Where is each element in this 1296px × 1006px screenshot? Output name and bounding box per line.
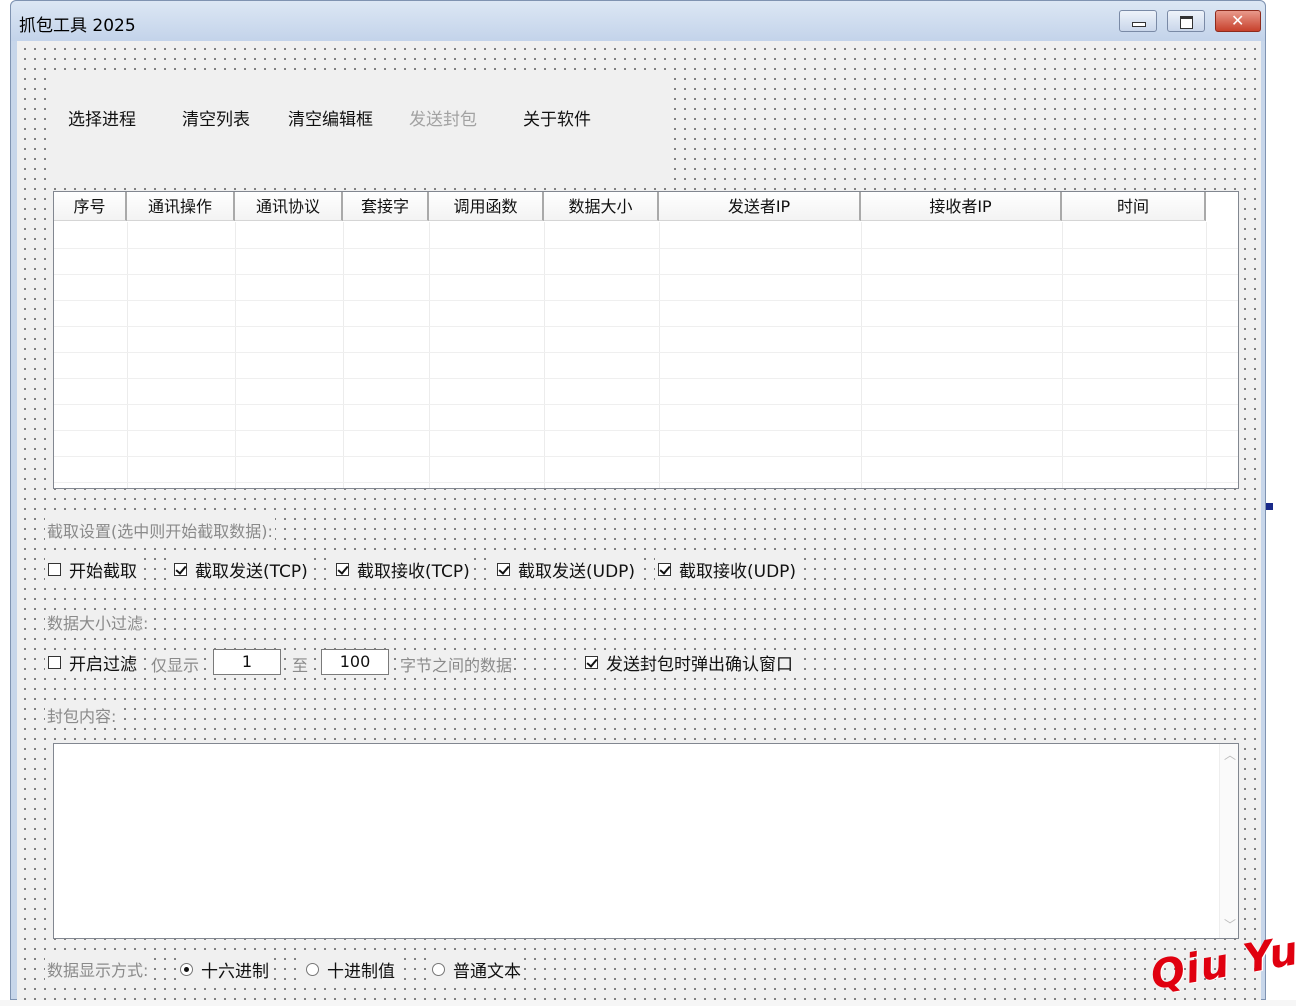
close-button[interactable]: ✕	[1215, 10, 1261, 32]
only-show-label: 仅显示	[149, 652, 202, 676]
packet-content-editor[interactable]: ︿ ﹀	[53, 743, 1239, 939]
column-header-socket[interactable]: 套接字	[343, 192, 429, 221]
checkbox-box	[48, 563, 61, 576]
column-header-receiver-ip[interactable]: 接收者IP	[861, 192, 1062, 221]
radio-dot	[306, 963, 319, 976]
capture-send-udp-checkbox[interactable]: 截取发送(UDP)	[494, 557, 639, 582]
decimal-radio[interactable]: 十进制值	[303, 957, 398, 982]
confirm-send-checkbox[interactable]: 发送封包时弹出确认窗口	[582, 650, 796, 675]
packet-content-label: 封包内容:	[45, 703, 119, 727]
minimize-button[interactable]	[1119, 10, 1157, 32]
capture-recv-udp-checkbox[interactable]: 截取接收(UDP)	[655, 557, 800, 582]
min-size-input[interactable]: 1	[213, 649, 281, 675]
column-header-time[interactable]: 时间	[1062, 192, 1206, 221]
column-header-function[interactable]: 调用函数	[429, 192, 544, 221]
bottom-edge	[0, 1000, 1296, 1006]
column-header-index[interactable]: 序号	[54, 192, 127, 221]
column-header-operation[interactable]: 通讯操作	[127, 192, 235, 221]
max-size-input[interactable]: 100	[321, 649, 389, 675]
scroll-up-icon[interactable]: ︿	[1224, 749, 1236, 761]
send-packet-button[interactable]: 发送封包	[407, 105, 479, 130]
title-bar[interactable]: 抓包工具 2025 ✕	[11, 1, 1265, 41]
maximize-icon	[1180, 16, 1193, 29]
list-header: 序号 通讯操作 通讯协议 套接字 调用函数 数据大小 发送者IP 接收者IP 时…	[54, 192, 1238, 222]
column-header-sender-ip[interactable]: 发送者IP	[659, 192, 861, 221]
main-window: 抓包工具 2025 ✕ 选择进程 清空列表 清空编辑框 发送封包 关于软件 序号…	[10, 0, 1266, 1001]
vertical-scrollbar[interactable]: ︿ ﹀	[1219, 744, 1238, 938]
clear-editor-button[interactable]: 清空编辑框	[286, 105, 375, 130]
clear-list-button[interactable]: 清空列表	[180, 105, 252, 130]
packet-list[interactable]: 序号 通讯操作 通讯协议 套接字 调用函数 数据大小 发送者IP 接收者IP 时…	[53, 191, 1239, 489]
capture-recv-tcp-checkbox[interactable]: 截取接收(TCP)	[333, 557, 473, 582]
minimize-icon	[1132, 22, 1146, 27]
scroll-down-icon[interactable]: ﹀	[1224, 919, 1236, 931]
plain-text-radio[interactable]: 普通文本	[429, 957, 524, 982]
column-header-size[interactable]: 数据大小	[544, 192, 659, 221]
window-title: 抓包工具 2025	[19, 16, 136, 36]
enable-filter-checkbox[interactable]: 开启过滤	[45, 650, 140, 675]
close-icon: ✕	[1231, 11, 1245, 30]
checkbox-box	[174, 563, 187, 576]
client-area: 选择进程 清空列表 清空编辑框 发送封包 关于软件 序号 通讯操作 通讯协议 套…	[17, 41, 1261, 1001]
about-button[interactable]: 关于软件	[521, 105, 593, 130]
radio-dot	[180, 963, 193, 976]
radio-dot	[432, 963, 445, 976]
bytes-range-label: 字节之间的数据	[398, 652, 515, 676]
column-header-protocol[interactable]: 通讯协议	[235, 192, 343, 221]
checkbox-box	[497, 563, 510, 576]
capture-settings-label: 截取设置(选中则开始截取数据):	[45, 518, 275, 542]
capture-send-tcp-checkbox[interactable]: 截取发送(TCP)	[171, 557, 311, 582]
resize-handle[interactable]	[1266, 503, 1273, 510]
start-capture-checkbox[interactable]: 开始截取	[45, 557, 140, 582]
checkbox-box	[336, 563, 349, 576]
checkbox-box	[585, 656, 598, 669]
to-label: 至	[290, 652, 311, 676]
maximize-button[interactable]	[1167, 10, 1205, 32]
checkbox-box	[658, 563, 671, 576]
select-process-button[interactable]: 选择进程	[66, 105, 138, 130]
checkbox-box	[48, 656, 61, 669]
display-mode-label: 数据显示方式:	[45, 957, 151, 981]
hex-radio[interactable]: 十六进制	[177, 957, 272, 982]
size-filter-label: 数据大小过滤:	[45, 610, 151, 634]
